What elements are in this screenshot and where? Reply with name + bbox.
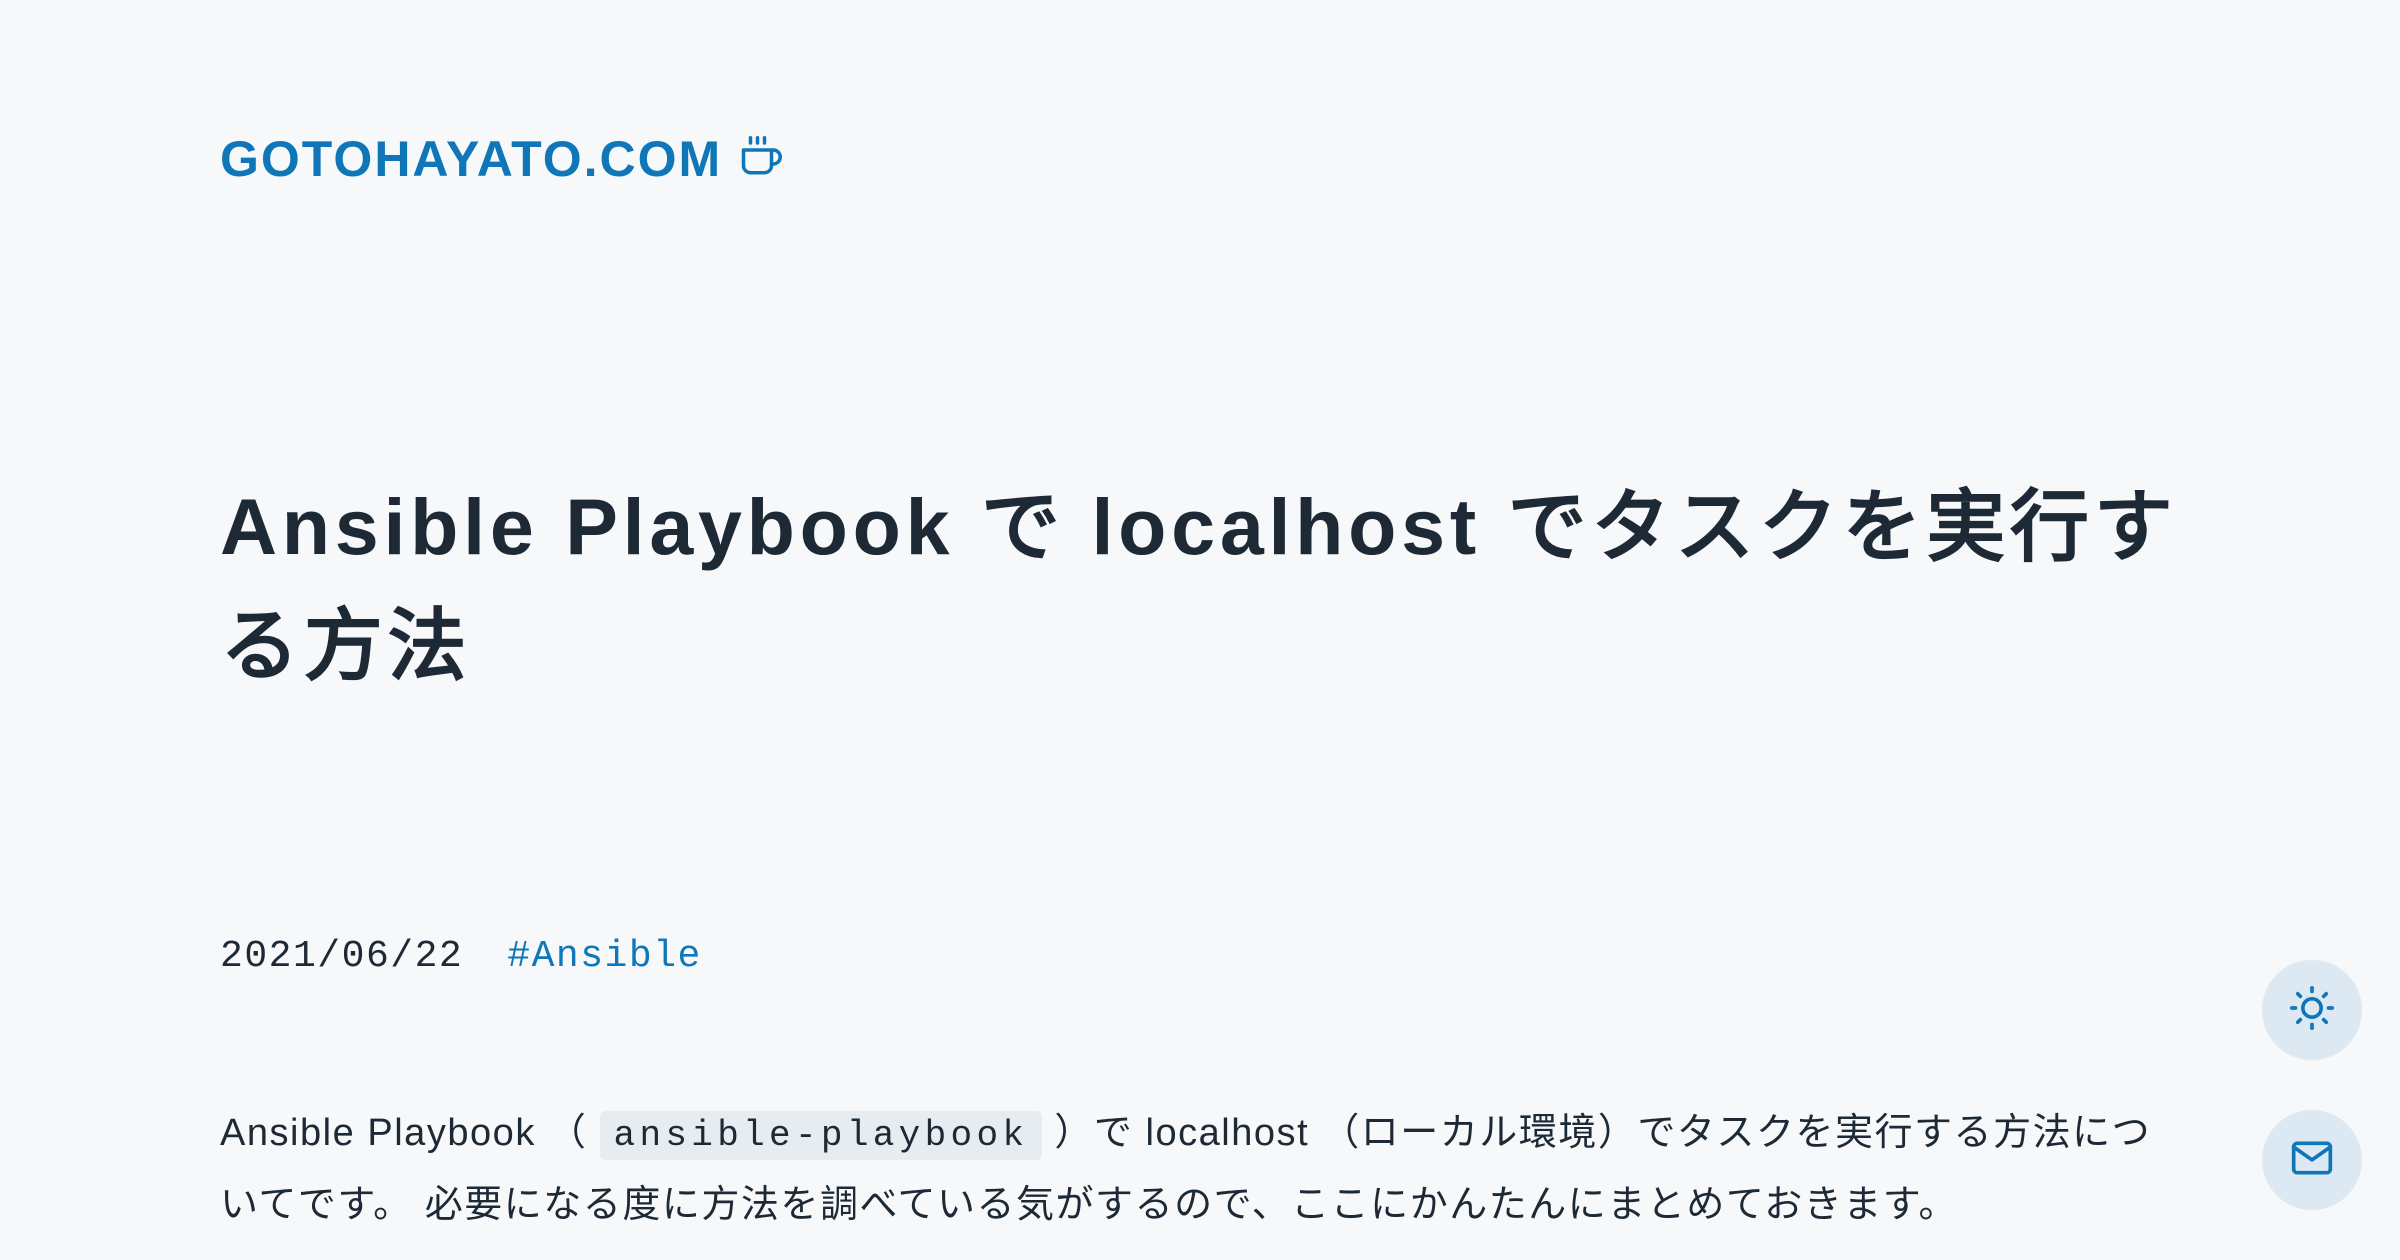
sun-icon	[2290, 986, 2334, 1035]
contact-button[interactable]	[2262, 1110, 2362, 1210]
article-tag-link[interactable]: #Ansible	[507, 935, 702, 978]
article-date: 2021/06/22	[220, 935, 463, 978]
theme-toggle-button[interactable]	[2262, 960, 2362, 1060]
inline-code: ansible-playbook	[600, 1111, 1043, 1160]
mail-icon	[2290, 1136, 2334, 1185]
article-meta: 2021/06/22 #Ansible	[220, 935, 2180, 978]
body-text-prefix: Ansible Playbook （	[220, 1112, 600, 1154]
site-header: GOTOHAYATO.COM	[220, 130, 2180, 188]
floating-actions	[2262, 960, 2362, 1210]
coffee-icon	[740, 136, 782, 183]
article-body-paragraph: Ansible Playbook （ ansible-playbook ）で l…	[220, 1098, 2180, 1240]
article-title: Ansible Playbook で localhost でタスクを実行する方法	[220, 468, 2180, 705]
site-title-link[interactable]: GOTOHAYATO.COM	[220, 130, 722, 188]
main-container: GOTOHAYATO.COM Ansible Playbook で localh…	[160, 0, 2240, 1240]
